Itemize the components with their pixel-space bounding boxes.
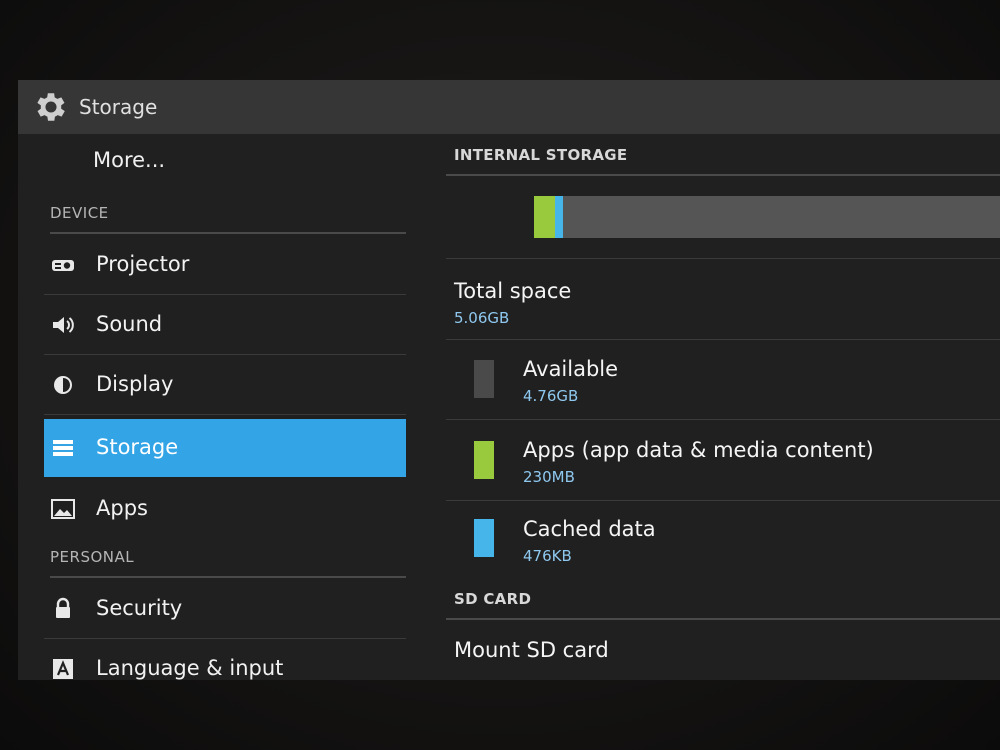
total-space-value: 5.06GB [454,309,510,327]
settings-nav: More... DEVICE Projector Sound Display S… [18,134,418,680]
nav-item-storage[interactable]: Storage [44,419,406,477]
mount-sd-card-row[interactable]: Mount SD card [446,624,1000,680]
nav-item-label: Projector [96,252,190,276]
nav-item-label: Language & input [96,656,284,680]
lock-icon [56,597,70,618]
gear-icon[interactable] [32,88,70,126]
storage-usage-bar [534,196,1000,238]
apps-icon [51,499,75,519]
action-bar: Storage [18,80,1000,134]
section-header-sd-card: SD CARD [446,590,1000,620]
nav-item-label: Security [96,596,183,620]
apps-value: 230MB [523,468,575,486]
apps-label: Apps (app data & media content) [523,438,874,462]
action-bar-title: Storage [79,95,158,119]
keyboard-letter-icon [53,659,73,679]
storage-icon [53,440,73,456]
cached-data-label: Cached data [523,517,656,541]
nav-header-device: DEVICE [50,204,406,234]
nav-item-projector[interactable]: Projector [44,236,406,295]
usage-segment-apps [534,196,555,238]
nav-item-sound[interactable]: Sound [44,296,406,355]
projector-icon [52,260,74,271]
cached-data-value: 476KB [523,547,572,565]
total-space-row[interactable]: Total space 5.06GB [446,258,1000,340]
storage-content: INTERNAL STORAGE Total space 5.06GB Avai… [446,134,1000,680]
total-space-label: Total space [454,279,572,303]
nav-item-language-input[interactable]: Language & input [44,640,406,680]
projected-screen: Storage More... DEVICE Projector Sound D… [0,0,1000,750]
nav-item-security[interactable]: Security [44,580,406,639]
apps-swatch [474,441,494,479]
nav-item-display[interactable]: Display [44,356,406,415]
speaker-icon [53,317,74,333]
settings-window: Storage More... DEVICE Projector Sound D… [18,80,1000,680]
nav-more-link[interactable]: More... [93,148,165,172]
usage-segment-cached [555,196,563,238]
nav-item-label: Storage [96,435,179,459]
cached-swatch [474,519,494,557]
available-value: 4.76GB [523,387,579,405]
available-label: Available [523,357,619,381]
available-swatch [474,360,494,398]
apps-row[interactable]: Apps (app data & media content) 230MB [446,420,1000,501]
section-header-internal-storage: INTERNAL STORAGE [446,146,1000,176]
cached-data-row[interactable]: Cached data 476KB [446,501,1000,577]
mount-sd-card-label: Mount SD card [454,638,609,662]
brightness-icon [54,376,72,394]
nav-item-label: Apps [96,496,148,520]
nav-header-personal: PERSONAL [50,548,406,578]
nav-item-label: Display [96,372,174,396]
available-row[interactable]: Available 4.76GB [446,339,1000,420]
nav-item-apps[interactable]: Apps [44,480,406,538]
nav-item-label: Sound [96,312,163,336]
